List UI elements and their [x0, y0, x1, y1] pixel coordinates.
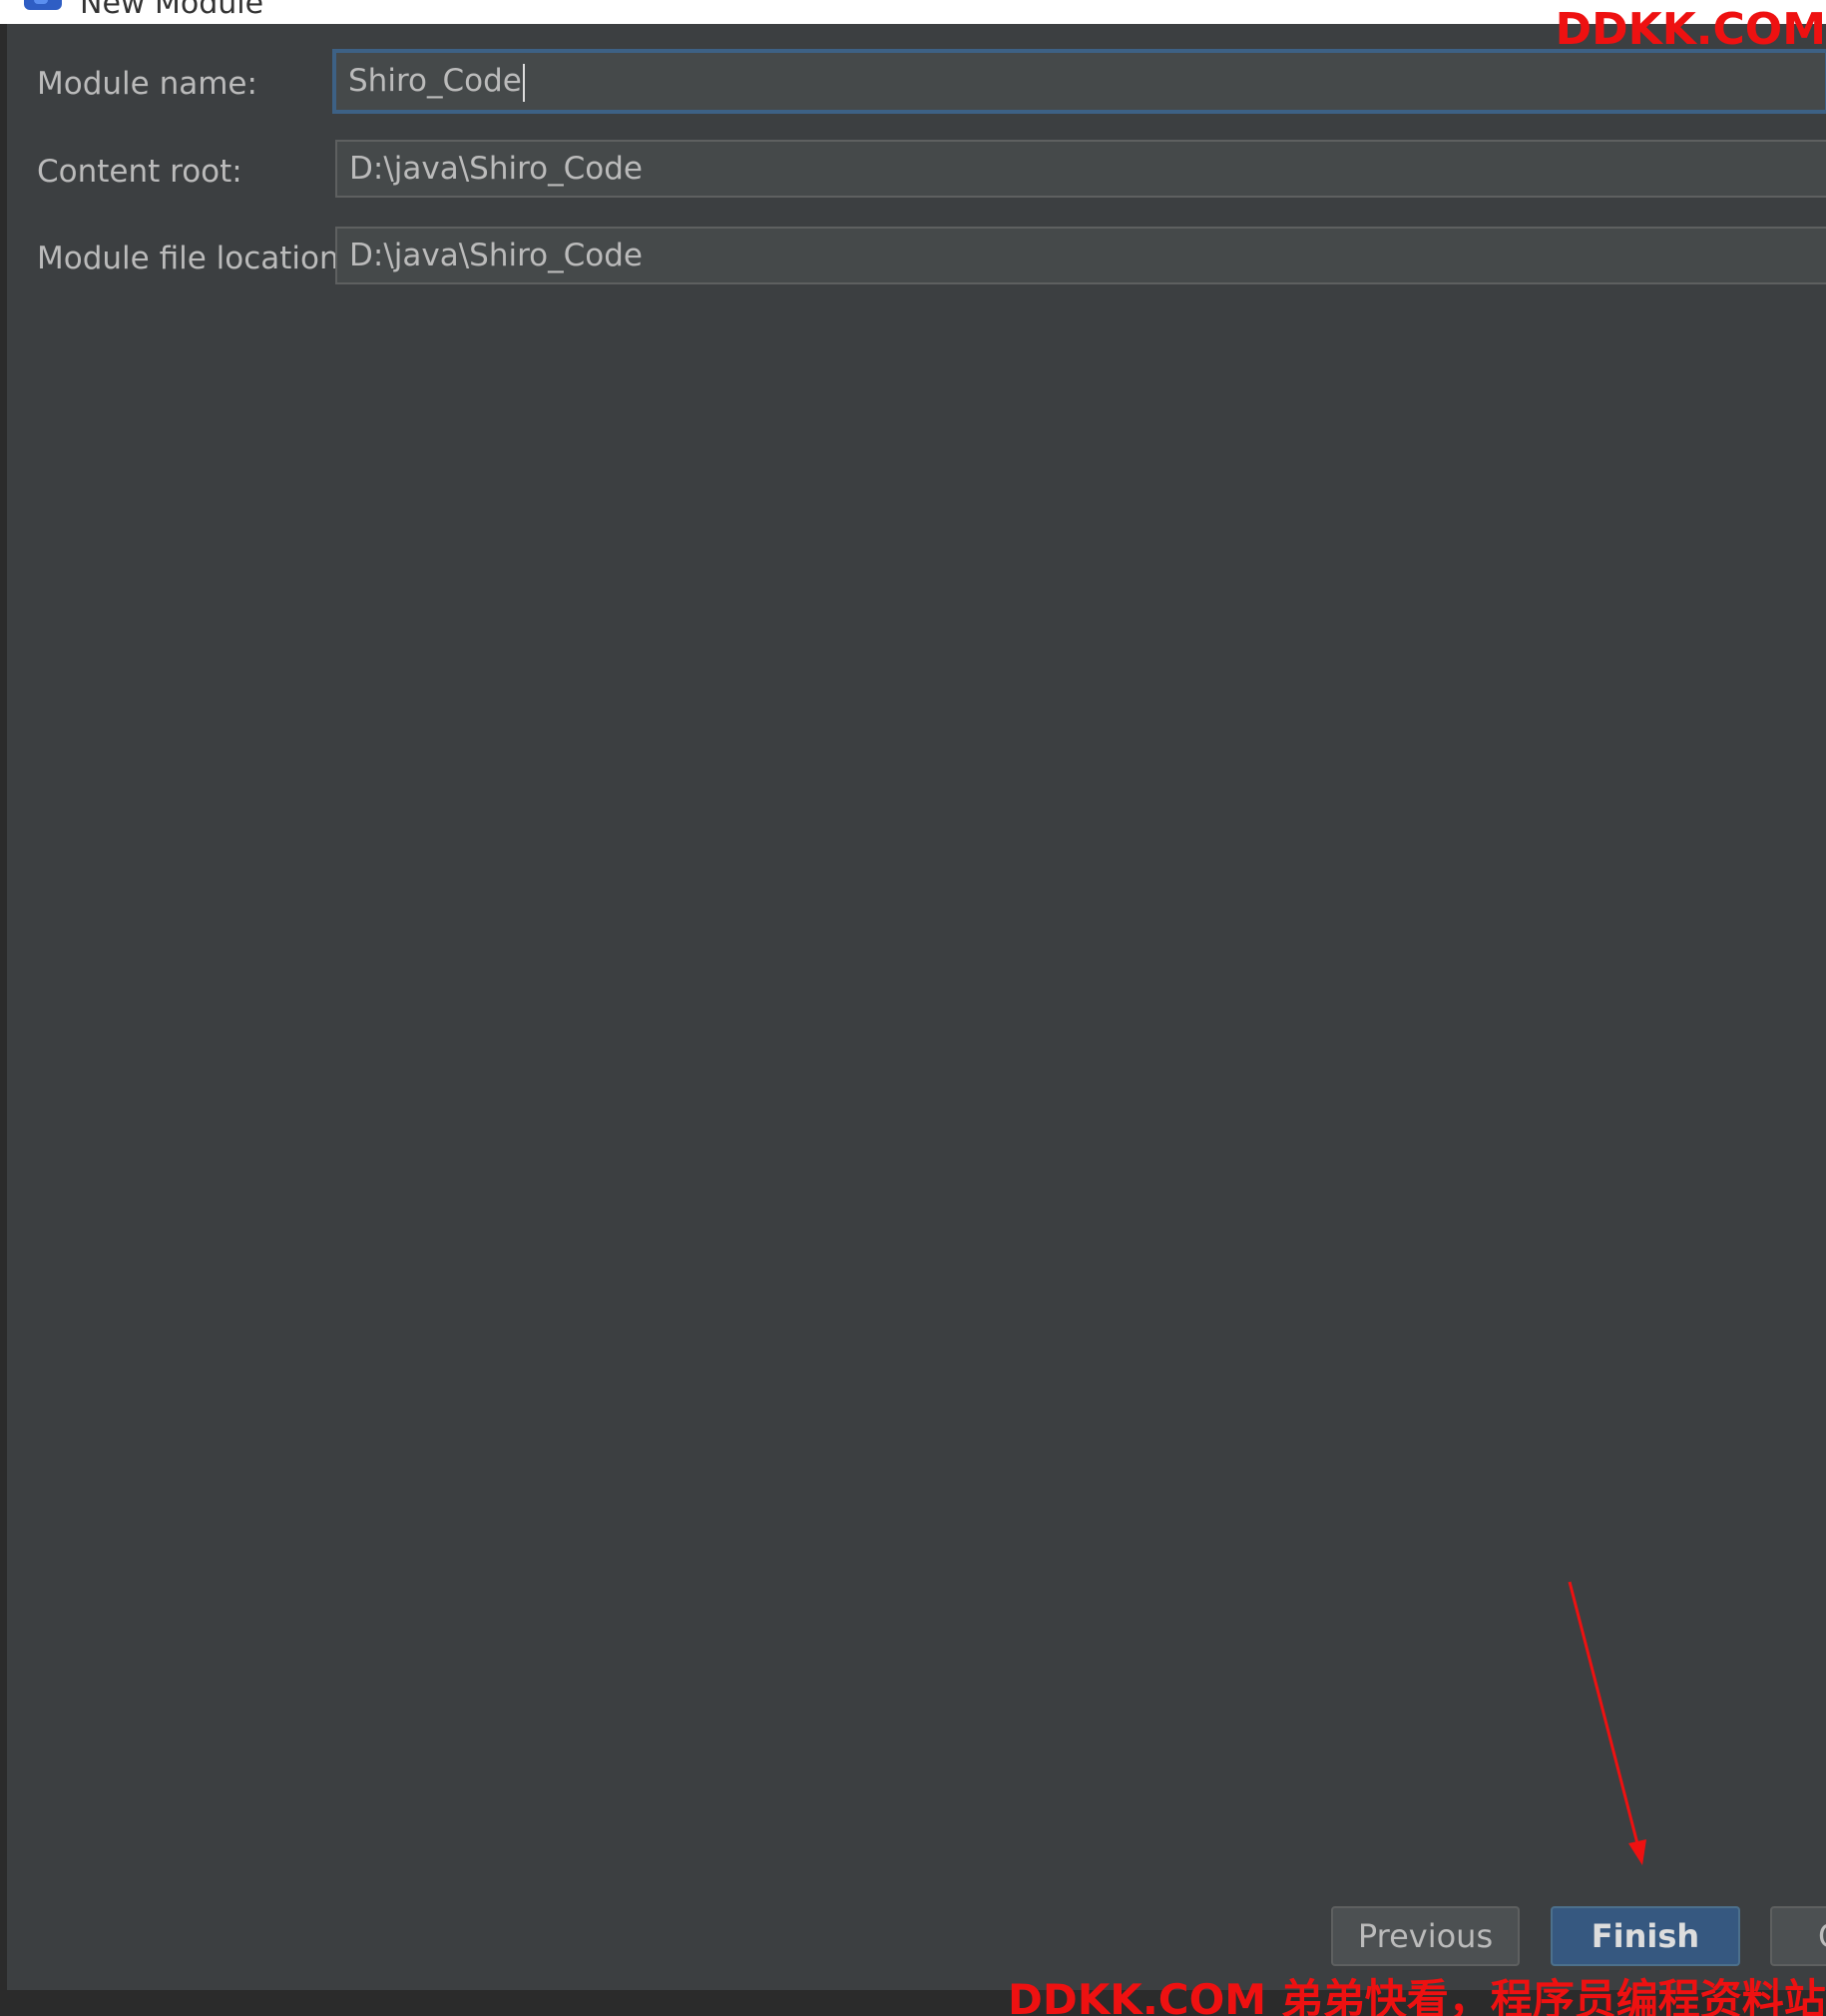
module-file-location-input[interactable]: D:\java\Shiro_Code [335, 227, 1826, 284]
app-icon [24, 0, 62, 10]
watermark-top: DDKK.COM [1555, 4, 1826, 55]
content-root-input[interactable]: D:\java\Shiro_Code [335, 140, 1826, 198]
text-caret [522, 63, 525, 102]
red-arrow-icon [1568, 1581, 1646, 1865]
content-root-label: Content root: [37, 154, 242, 190]
module-file-location-value: D:\java\Shiro_Code [349, 238, 643, 273]
content-root-value: D:\java\Shiro_Code [349, 151, 643, 187]
module-name-input[interactable]: Shiro_Code [332, 49, 1826, 114]
finish-button[interactable]: Finish [1551, 1906, 1740, 1966]
previous-button[interactable]: Previous [1331, 1906, 1520, 1966]
module-name-label: Module name: [37, 66, 257, 102]
new-module-dialog: New Module Module name: Shiro_Code Conte… [0, 0, 1826, 2016]
dialog-title-bar: New Module [0, 0, 1826, 24]
cancel-button[interactable]: C [1770, 1906, 1826, 1966]
background-window-edge [0, 24, 7, 1996]
dialog-title: New Module [80, 0, 264, 21]
module-name-value: Shiro_Code [348, 63, 522, 99]
watermark-bottom: DDKK.COM 弟弟快看，程序员编程资料站 [1008, 1975, 1826, 2016]
module-file-location-label: Module file location: [37, 241, 350, 276]
